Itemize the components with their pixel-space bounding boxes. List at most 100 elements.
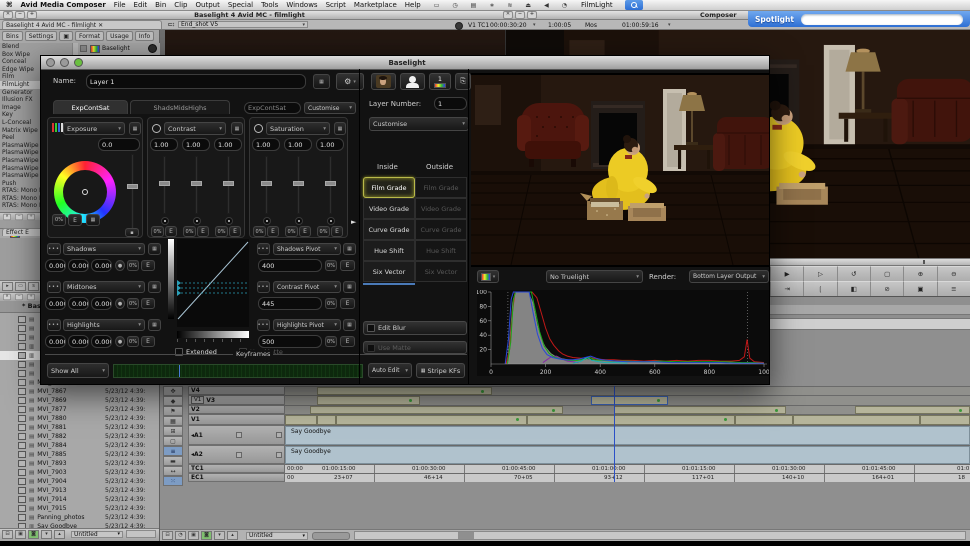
grade-button-inside[interactable]: Video Grade <box>363 198 415 219</box>
keyframe-button[interactable]: Ε <box>267 226 279 237</box>
keyframe-button[interactable]: Ε <box>68 214 82 226</box>
contrast-menu[interactable]: Contrast <box>164 122 226 135</box>
sort-down-icon[interactable]: ▾ <box>214 531 225 540</box>
track-A2[interactable]: Say Goodbye <box>285 445 970 464</box>
keyframe-button[interactable]: Ε <box>340 260 355 271</box>
track-A1[interactable]: Say Goodbye <box>285 425 970 445</box>
checkbox[interactable] <box>18 361 26 368</box>
close-icon[interactable]: ✕ <box>3 294 11 300</box>
track-header-V3[interactable]: V1V3 <box>188 395 285 405</box>
contrast-pivot-value[interactable]: 445 <box>258 297 322 310</box>
clip-MVI_78[interactable]: MVI_78 <box>317 415 336 425</box>
menu-item[interactable]: Clip <box>174 1 187 9</box>
time-machine-icon[interactable]: ◔ <box>562 2 567 9</box>
customise-small-menu[interactable]: Customise <box>304 102 356 114</box>
minimize-icon[interactable]: − <box>515 11 525 19</box>
menu-item[interactable]: Special <box>228 1 253 9</box>
timeline-button[interactable]: ≡ <box>937 281 970 296</box>
layer-thumbnail[interactable]: 1 <box>429 73 451 90</box>
more-button[interactable]: ••• <box>47 281 61 293</box>
bin-row[interactable]: ▤ MVI_7882 5/23/12 4:39: <box>0 432 160 441</box>
radio-button[interactable] <box>225 217 233 225</box>
radio-button[interactable] <box>295 217 303 225</box>
grade-button-inside[interactable]: Hue Shift <box>363 240 415 261</box>
clip-name[interactable]: MVI_7881 <box>37 424 105 431</box>
delete-icon[interactable]: ▦ <box>334 122 346 135</box>
checkbox[interactable] <box>18 487 26 494</box>
track-button[interactable]: V4 <box>191 387 200 394</box>
clip-Panning_photos[interactable]: Panning_photos <box>855 406 970 414</box>
palette-tab[interactable]: Usage <box>106 31 133 41</box>
contrast-value-r[interactable]: 1.00 <box>150 138 178 151</box>
ganging-button[interactable]: ● <box>115 336 125 347</box>
percent-button[interactable]: 0% <box>52 214 66 226</box>
duration-icon[interactable]: s <box>28 282 39 291</box>
percent-button[interactable]: 0% <box>325 260 337 271</box>
grade-button-outside[interactable]: Hue Shift <box>415 240 467 261</box>
truelight-menu[interactable]: No Truelight <box>546 270 643 283</box>
keyframe-button[interactable]: Ε <box>165 226 177 237</box>
clip-MVI_7869[interactable]: MVI_7869 <box>310 406 563 414</box>
track-V2[interactable]: MVI_7869 MVI_7882 Panning_photos <box>285 405 970 414</box>
loop-button[interactable]: ↺ <box>837 266 870 281</box>
tab-baselight-avid[interactable]: Baselight 4 Avid MC - filmlight ✕ <box>2 20 162 29</box>
checkbox[interactable] <box>18 514 26 521</box>
clip-MVI_7882[interactable]: MVI_7882 <box>614 406 786 414</box>
timeline-scale-slider[interactable] <box>312 532 350 540</box>
grade-button-inside[interactable]: Six Vector <box>363 261 415 282</box>
clip-name[interactable]: MVI_7882 <box>37 433 105 440</box>
checkbox[interactable] <box>18 424 26 431</box>
menu-item[interactable]: Bin <box>155 1 166 9</box>
saturation-value-b[interactable]: 1.00 <box>316 138 344 151</box>
checkbox[interactable] <box>18 406 26 413</box>
slider-handle[interactable] <box>191 181 202 186</box>
tab-shadsmidshighs[interactable]: ShadsMidsHighs <box>130 100 230 114</box>
clip-name[interactable]: MVI_7884 <box>37 442 105 449</box>
zoom-icon[interactable] <box>74 58 83 67</box>
delete-icon[interactable]: ▦ <box>148 319 161 331</box>
bin-row[interactable]: ▤ MVI_7869 5/23/12 4:39: <box>0 396 160 405</box>
keyframe-playhead[interactable] <box>179 365 180 377</box>
chevron-down-icon[interactable]: ▾ <box>533 22 536 28</box>
slider-reset-button[interactable]: ▪ <box>125 228 139 237</box>
track-header-V4[interactable]: V4 <box>188 386 285 395</box>
keyframe-button[interactable]: Ε <box>141 336 155 347</box>
grade-button-inside[interactable]: Film Grade <box>363 177 415 198</box>
radio-button[interactable] <box>193 217 201 225</box>
menu-item[interactable]: Script <box>326 1 346 9</box>
shadows-pivot-menu[interactable]: Shadows Pivot <box>273 243 341 255</box>
exposure-slider-track[interactable] <box>131 154 134 230</box>
mute-button[interactable] <box>236 452 242 458</box>
checkbox[interactable] <box>18 433 26 440</box>
clip-MVI_7881[interactable]: MVI_7881 <box>317 387 492 395</box>
contrast-value-b[interactable]: 1.00 <box>214 138 242 151</box>
sort-up-icon[interactable]: ▴ <box>227 531 238 540</box>
spotlight-icon[interactable] <box>625 0 643 10</box>
sort-up-icon[interactable]: ▴ <box>54 530 65 539</box>
delete-icon[interactable]: ▦ <box>231 122 243 135</box>
percent-button[interactable]: 0% <box>285 226 298 237</box>
saturation-value-r[interactable]: 1.00 <box>252 138 280 151</box>
scope-menu-button[interactable]: ▾ <box>477 270 499 283</box>
percent-button[interactable]: 0% <box>253 226 266 237</box>
palette-tab[interactable]: Bins <box>2 31 23 41</box>
shadows-menu[interactable]: Shadows <box>63 243 145 255</box>
video-quality-icon[interactable]: ▣ <box>188 531 199 540</box>
clip-name[interactable]: MVI_7867 <box>37 388 105 395</box>
checkbox[interactable] <box>18 478 26 485</box>
clip-MVI_7855[interactable]: MVI_7855 <box>285 415 317 425</box>
bin-row[interactable]: ▤ MVI_7884 5/23/12 4:39: <box>0 441 160 450</box>
more-button[interactable]: ••• <box>257 243 270 255</box>
round-menu-button[interactable] <box>455 22 463 30</box>
shadows-value-r[interactable]: 0.000 <box>45 259 66 272</box>
clip-name[interactable]: MVI_7885 <box>37 451 105 458</box>
tone-curve-plot[interactable] <box>177 239 249 327</box>
keyframe-button[interactable]: Ε <box>197 226 209 237</box>
clock-icon[interactable]: ◔ <box>175 531 186 540</box>
render-menu[interactable]: Bottom Layer Output <box>689 270 769 283</box>
bin-row[interactable]: ▤ Panning_photos 5/23/12 4:39: <box>0 513 160 522</box>
slider-handle[interactable] <box>293 181 304 186</box>
menu-item[interactable]: Tools <box>261 1 278 9</box>
play-button[interactable]: ▶ <box>770 266 803 281</box>
track-header-V2[interactable]: V2 <box>188 405 285 414</box>
